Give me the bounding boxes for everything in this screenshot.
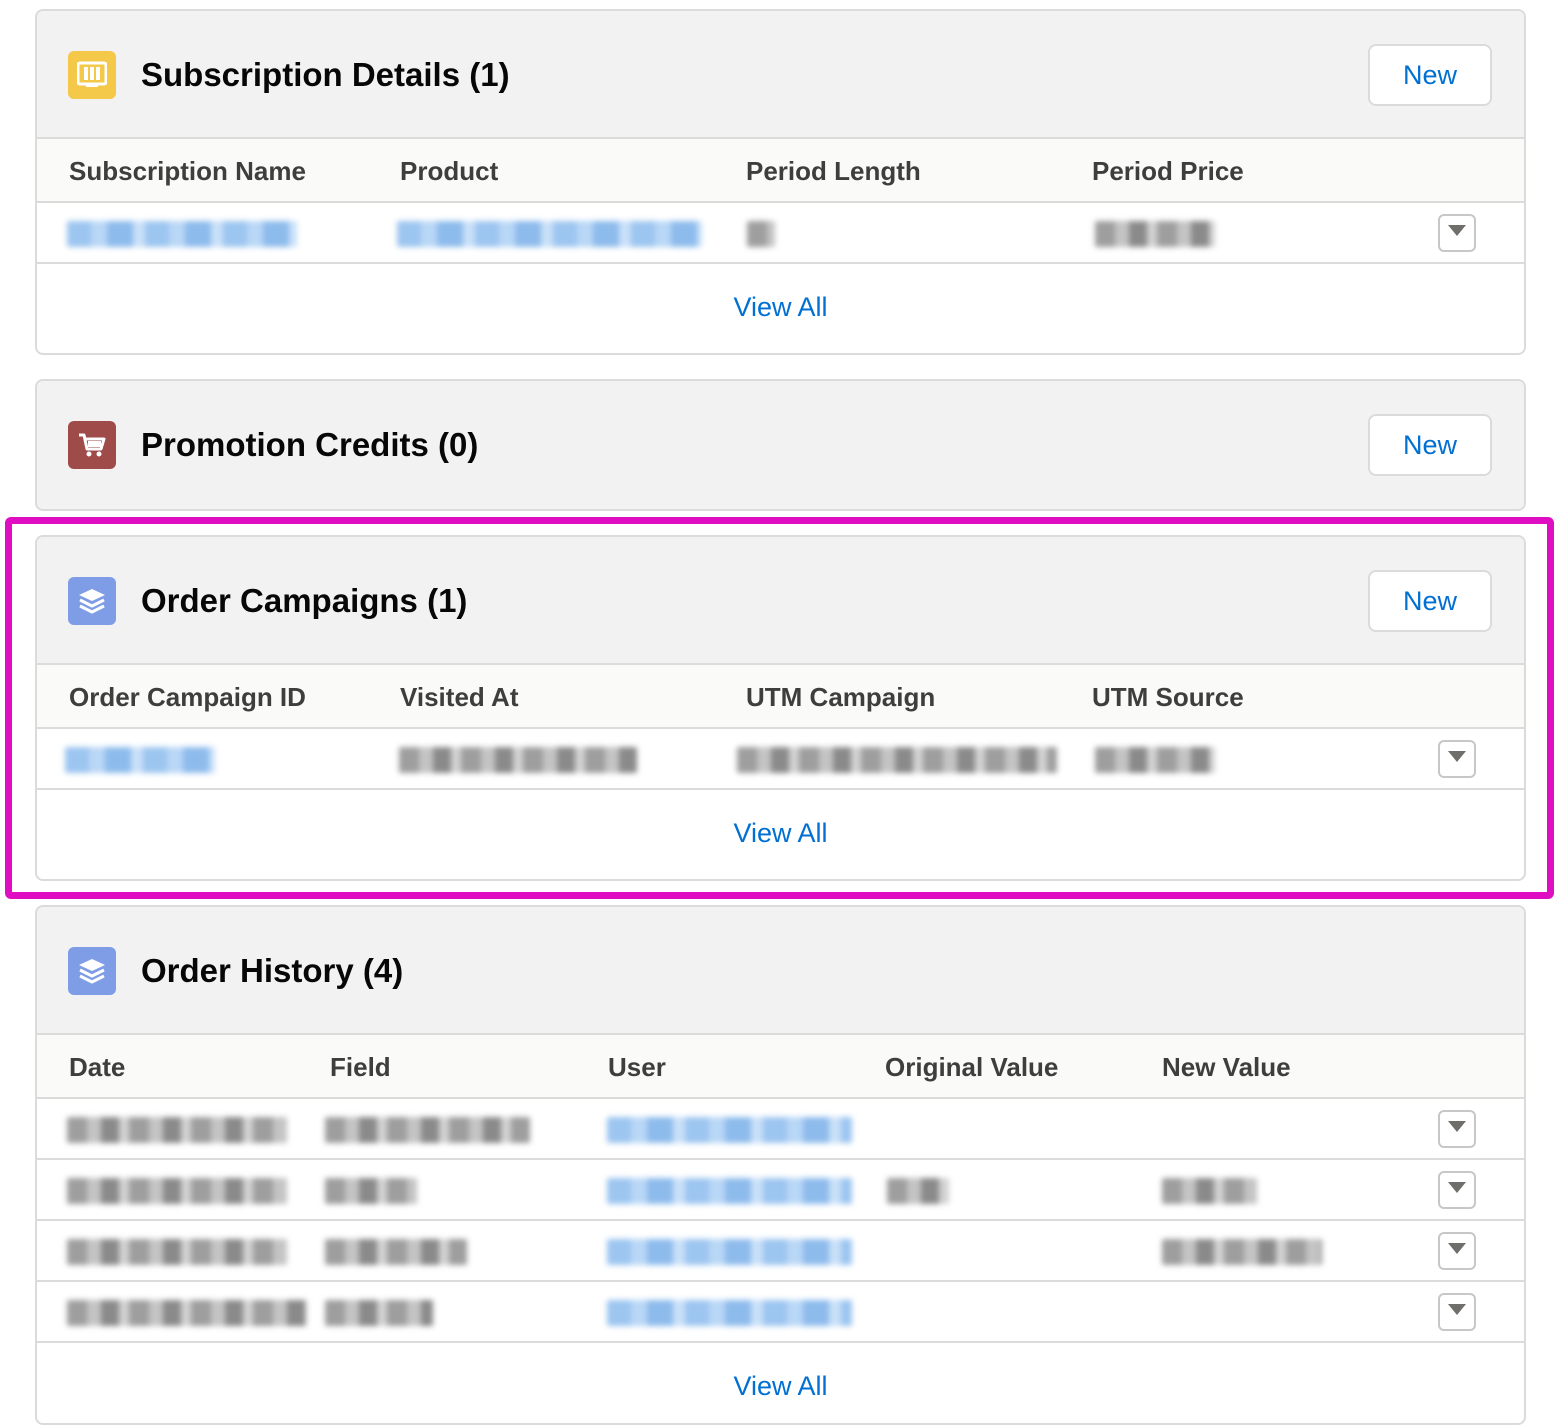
card-title: Order Campaigns (1) xyxy=(141,582,468,619)
order-campaigns-card: Order Campaigns (1) New Order Campaign I… xyxy=(35,535,1526,881)
row-action-dropdown[interactable] xyxy=(1438,1110,1476,1148)
card-footer: View All xyxy=(37,790,1524,876)
new-button[interactable]: New xyxy=(1368,44,1492,106)
promotion-credits-header: Promotion Credits (0) New xyxy=(37,381,1524,509)
redacted-product-link[interactable] xyxy=(397,221,702,247)
cart-icon xyxy=(68,421,116,469)
row-action-dropdown[interactable] xyxy=(1438,1293,1476,1331)
card-title: Subscription Details (1) xyxy=(141,56,510,93)
row-action-dropdown[interactable] xyxy=(1438,1171,1476,1209)
redacted-visited-at xyxy=(399,747,637,773)
column-header-original-value[interactable]: Original Value xyxy=(885,1052,1058,1082)
table-header-row: Subscription Name Product Period Length … xyxy=(37,139,1524,203)
order-history-card: Order History (4) Date Field User Origin… xyxy=(35,905,1526,1425)
card-footer: View All xyxy=(37,1343,1524,1423)
redacted-utm-source xyxy=(1095,747,1215,773)
redacted-user-link[interactable] xyxy=(607,1117,852,1143)
layers-icon xyxy=(68,577,116,625)
redacted-user-link[interactable] xyxy=(607,1239,852,1265)
chevron-down-icon xyxy=(1448,1303,1466,1321)
table-header-row: Order Campaign ID Visited At UTM Campaig… xyxy=(37,665,1524,729)
chevron-down-icon xyxy=(1448,224,1466,242)
card-title: Promotion Credits (0) xyxy=(141,426,479,463)
column-header-subscription-name[interactable]: Subscription Name xyxy=(69,156,306,186)
redacted-user-link[interactable] xyxy=(607,1300,852,1326)
order-history-header: Order History (4) xyxy=(37,907,1524,1035)
redacted-field xyxy=(325,1117,530,1143)
column-header-product[interactable]: Product xyxy=(400,156,498,186)
redacted-field xyxy=(325,1178,417,1204)
row-action-dropdown[interactable] xyxy=(1438,214,1476,252)
new-button[interactable]: New xyxy=(1368,570,1492,632)
column-header-new-value[interactable]: New Value xyxy=(1162,1052,1291,1082)
column-header-utm-campaign[interactable]: UTM Campaign xyxy=(746,682,935,712)
redacted-field xyxy=(325,1239,467,1265)
subscription-details-header: Subscription Details (1) New xyxy=(37,11,1524,139)
redacted-field xyxy=(325,1300,433,1326)
chevron-down-icon xyxy=(1448,1242,1466,1260)
subscription-details-card: Subscription Details (1) New Subscriptio… xyxy=(35,9,1526,355)
table-row xyxy=(37,1221,1524,1282)
column-header-visited-at[interactable]: Visited At xyxy=(400,682,518,712)
redacted-date xyxy=(67,1117,287,1143)
redacted-period-price xyxy=(1095,221,1215,247)
table-row xyxy=(37,1160,1524,1221)
order-campaigns-header: Order Campaigns (1) New xyxy=(37,537,1524,665)
redacted-order-campaign-id-link[interactable] xyxy=(65,747,215,773)
redacted-period-length xyxy=(747,221,775,247)
new-button[interactable]: New xyxy=(1368,414,1492,476)
table-header-row: Date Field User Original Value New Value xyxy=(37,1035,1524,1099)
chevron-down-icon xyxy=(1448,1181,1466,1199)
column-header-field[interactable]: Field xyxy=(330,1052,391,1082)
redacted-subscription-name-link[interactable] xyxy=(67,221,297,247)
column-header-utm-source[interactable]: UTM Source xyxy=(1092,682,1244,712)
view-all-link[interactable]: View All xyxy=(733,292,827,323)
subscription-icon xyxy=(68,51,116,99)
table-row xyxy=(37,729,1524,790)
card-title: Order History (4) xyxy=(141,952,404,989)
view-all-link[interactable]: View All xyxy=(733,1371,827,1402)
redacted-original-value xyxy=(887,1178,949,1204)
table-row xyxy=(37,203,1524,264)
chevron-down-icon xyxy=(1448,750,1466,768)
promotion-credits-card: Promotion Credits (0) New xyxy=(35,379,1526,511)
row-action-dropdown[interactable] xyxy=(1438,740,1476,778)
column-header-period-price[interactable]: Period Price xyxy=(1092,156,1244,186)
redacted-date xyxy=(67,1300,307,1326)
column-header-user[interactable]: User xyxy=(608,1052,666,1082)
redacted-date xyxy=(67,1178,287,1204)
redacted-utm-campaign xyxy=(737,747,1057,773)
column-header-date[interactable]: Date xyxy=(69,1052,125,1082)
table-row xyxy=(37,1099,1524,1160)
redacted-new-value xyxy=(1162,1178,1257,1204)
card-footer: View All xyxy=(37,264,1524,350)
table-row xyxy=(37,1282,1524,1343)
chevron-down-icon xyxy=(1448,1120,1466,1138)
column-header-period-length[interactable]: Period Length xyxy=(746,156,921,186)
redacted-user-link[interactable] xyxy=(607,1178,852,1204)
layers-icon xyxy=(68,947,116,995)
redacted-date xyxy=(67,1239,287,1265)
row-action-dropdown[interactable] xyxy=(1438,1232,1476,1270)
view-all-link[interactable]: View All xyxy=(733,818,827,849)
column-header-order-campaign-id[interactable]: Order Campaign ID xyxy=(69,682,306,712)
redacted-new-value xyxy=(1162,1239,1322,1265)
